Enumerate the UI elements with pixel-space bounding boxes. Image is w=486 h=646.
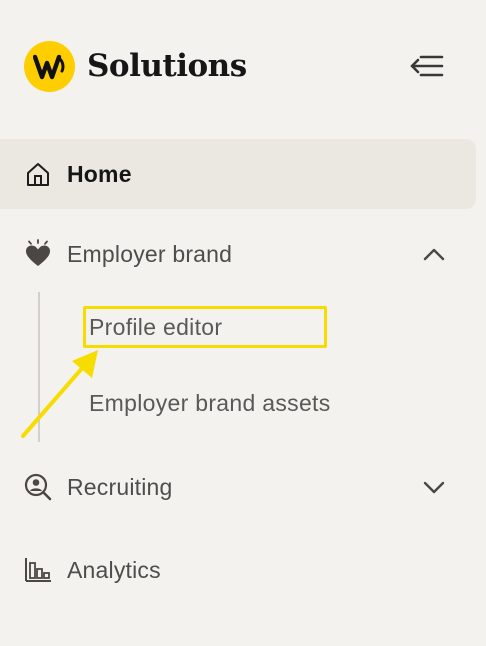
nav-label-analytics: Analytics (67, 556, 161, 583)
sidebar-header: Solutions (0, 0, 486, 130)
collapse-menu-icon (410, 55, 444, 77)
chevron-down-icon[interactable] (418, 471, 450, 503)
nav-item-analytics[interactable]: Analytics (0, 535, 476, 605)
subnav-item-employer-brand-assets[interactable]: Employer brand assets (89, 390, 331, 417)
logo-icon[interactable] (24, 41, 75, 92)
subnav-guide-line (38, 292, 40, 442)
nav-label-recruiting: Recruiting (67, 473, 173, 500)
bar-chart-icon (22, 554, 54, 586)
nav-item-recruiting[interactable]: Recruiting (0, 452, 476, 522)
nav-item-home[interactable]: Home (0, 139, 476, 209)
nav-item-employer-brand[interactable]: Employer brand (0, 219, 476, 289)
collapse-sidebar-button[interactable] (404, 46, 450, 86)
person-search-icon (22, 471, 54, 503)
nav-label-home: Home (67, 160, 132, 187)
home-icon (22, 158, 54, 190)
nav-label-employer-brand: Employer brand (67, 240, 233, 267)
heart-sparkle-icon (22, 238, 54, 270)
chevron-up-icon[interactable] (418, 238, 450, 270)
subnav-item-profile-editor[interactable]: Profile editor (89, 314, 222, 341)
brand-name: Solutions (87, 48, 247, 84)
